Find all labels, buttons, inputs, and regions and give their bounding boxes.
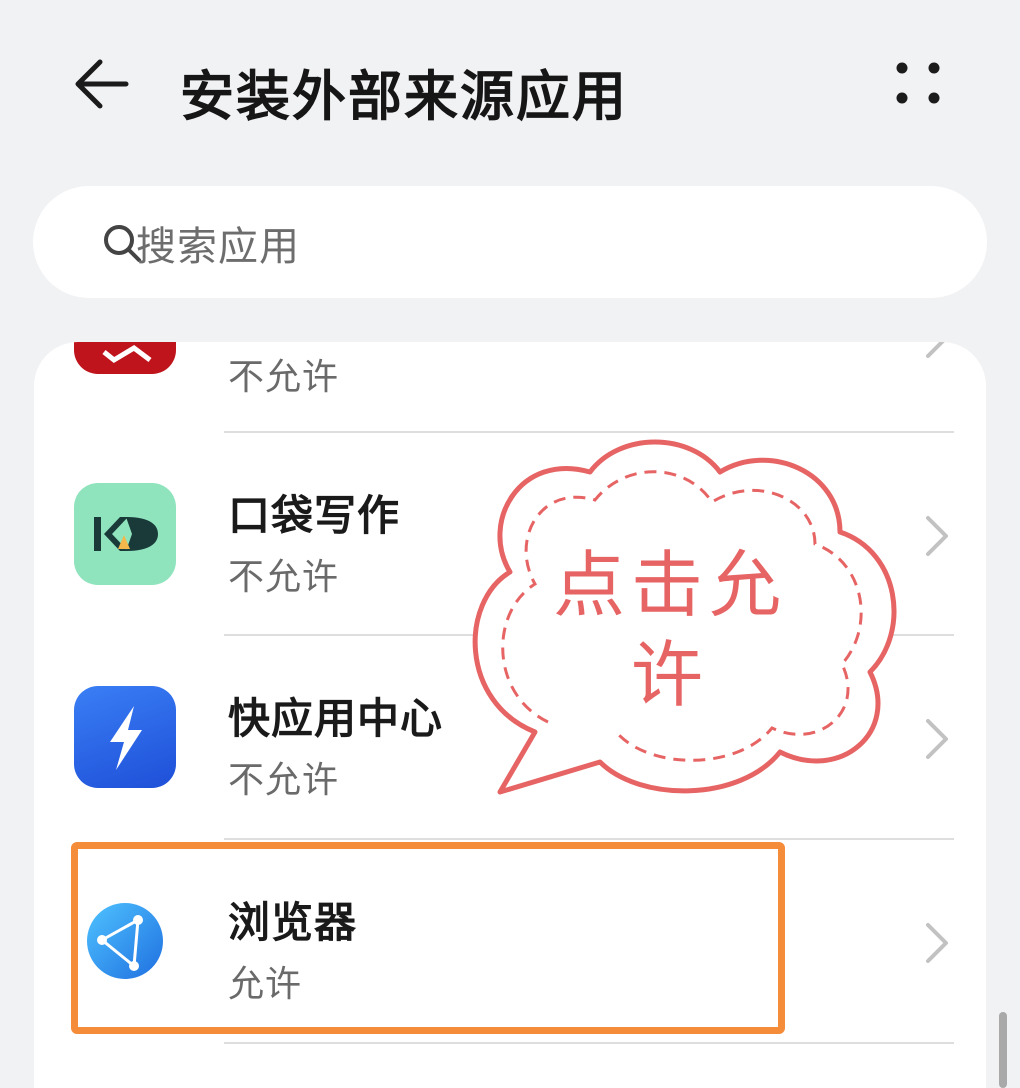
- back-button[interactable]: [62, 44, 142, 124]
- arrow-left-icon: [75, 59, 129, 109]
- search-input[interactable]: 搜索应用: [136, 214, 300, 272]
- more-options-button[interactable]: [880, 48, 960, 128]
- callout-line-2: 许: [630, 633, 709, 717]
- kd-logo-icon: [74, 483, 176, 585]
- callout-text: 点击允 许: [530, 540, 810, 720]
- app-status: 不允许: [228, 760, 340, 801]
- red-app-icon: [74, 342, 176, 374]
- chevron-right-icon: [926, 719, 948, 759]
- highlight-box: [71, 842, 785, 1034]
- chevron-right-icon: [926, 923, 948, 963]
- list-item[interactable]: 不允许: [34, 342, 986, 432]
- app-status: 不允许: [228, 357, 340, 398]
- scrollbar[interactable]: [999, 1012, 1007, 1088]
- app-name: 快应用中心: [228, 694, 444, 743]
- page-title: 安装外部来源应用: [180, 65, 628, 128]
- chevron-right-icon: [926, 516, 948, 556]
- callout-line-1: 点击允: [552, 543, 787, 627]
- chevron-right-icon: [926, 342, 945, 358]
- lightning-icon: [74, 686, 176, 788]
- more-dots-icon: [896, 62, 940, 104]
- top-app-bar: 安装外部来源应用: [0, 0, 1020, 170]
- app-status: 不允许: [228, 557, 340, 598]
- divider: [224, 1042, 954, 1044]
- app-name: 口袋写作: [228, 491, 401, 540]
